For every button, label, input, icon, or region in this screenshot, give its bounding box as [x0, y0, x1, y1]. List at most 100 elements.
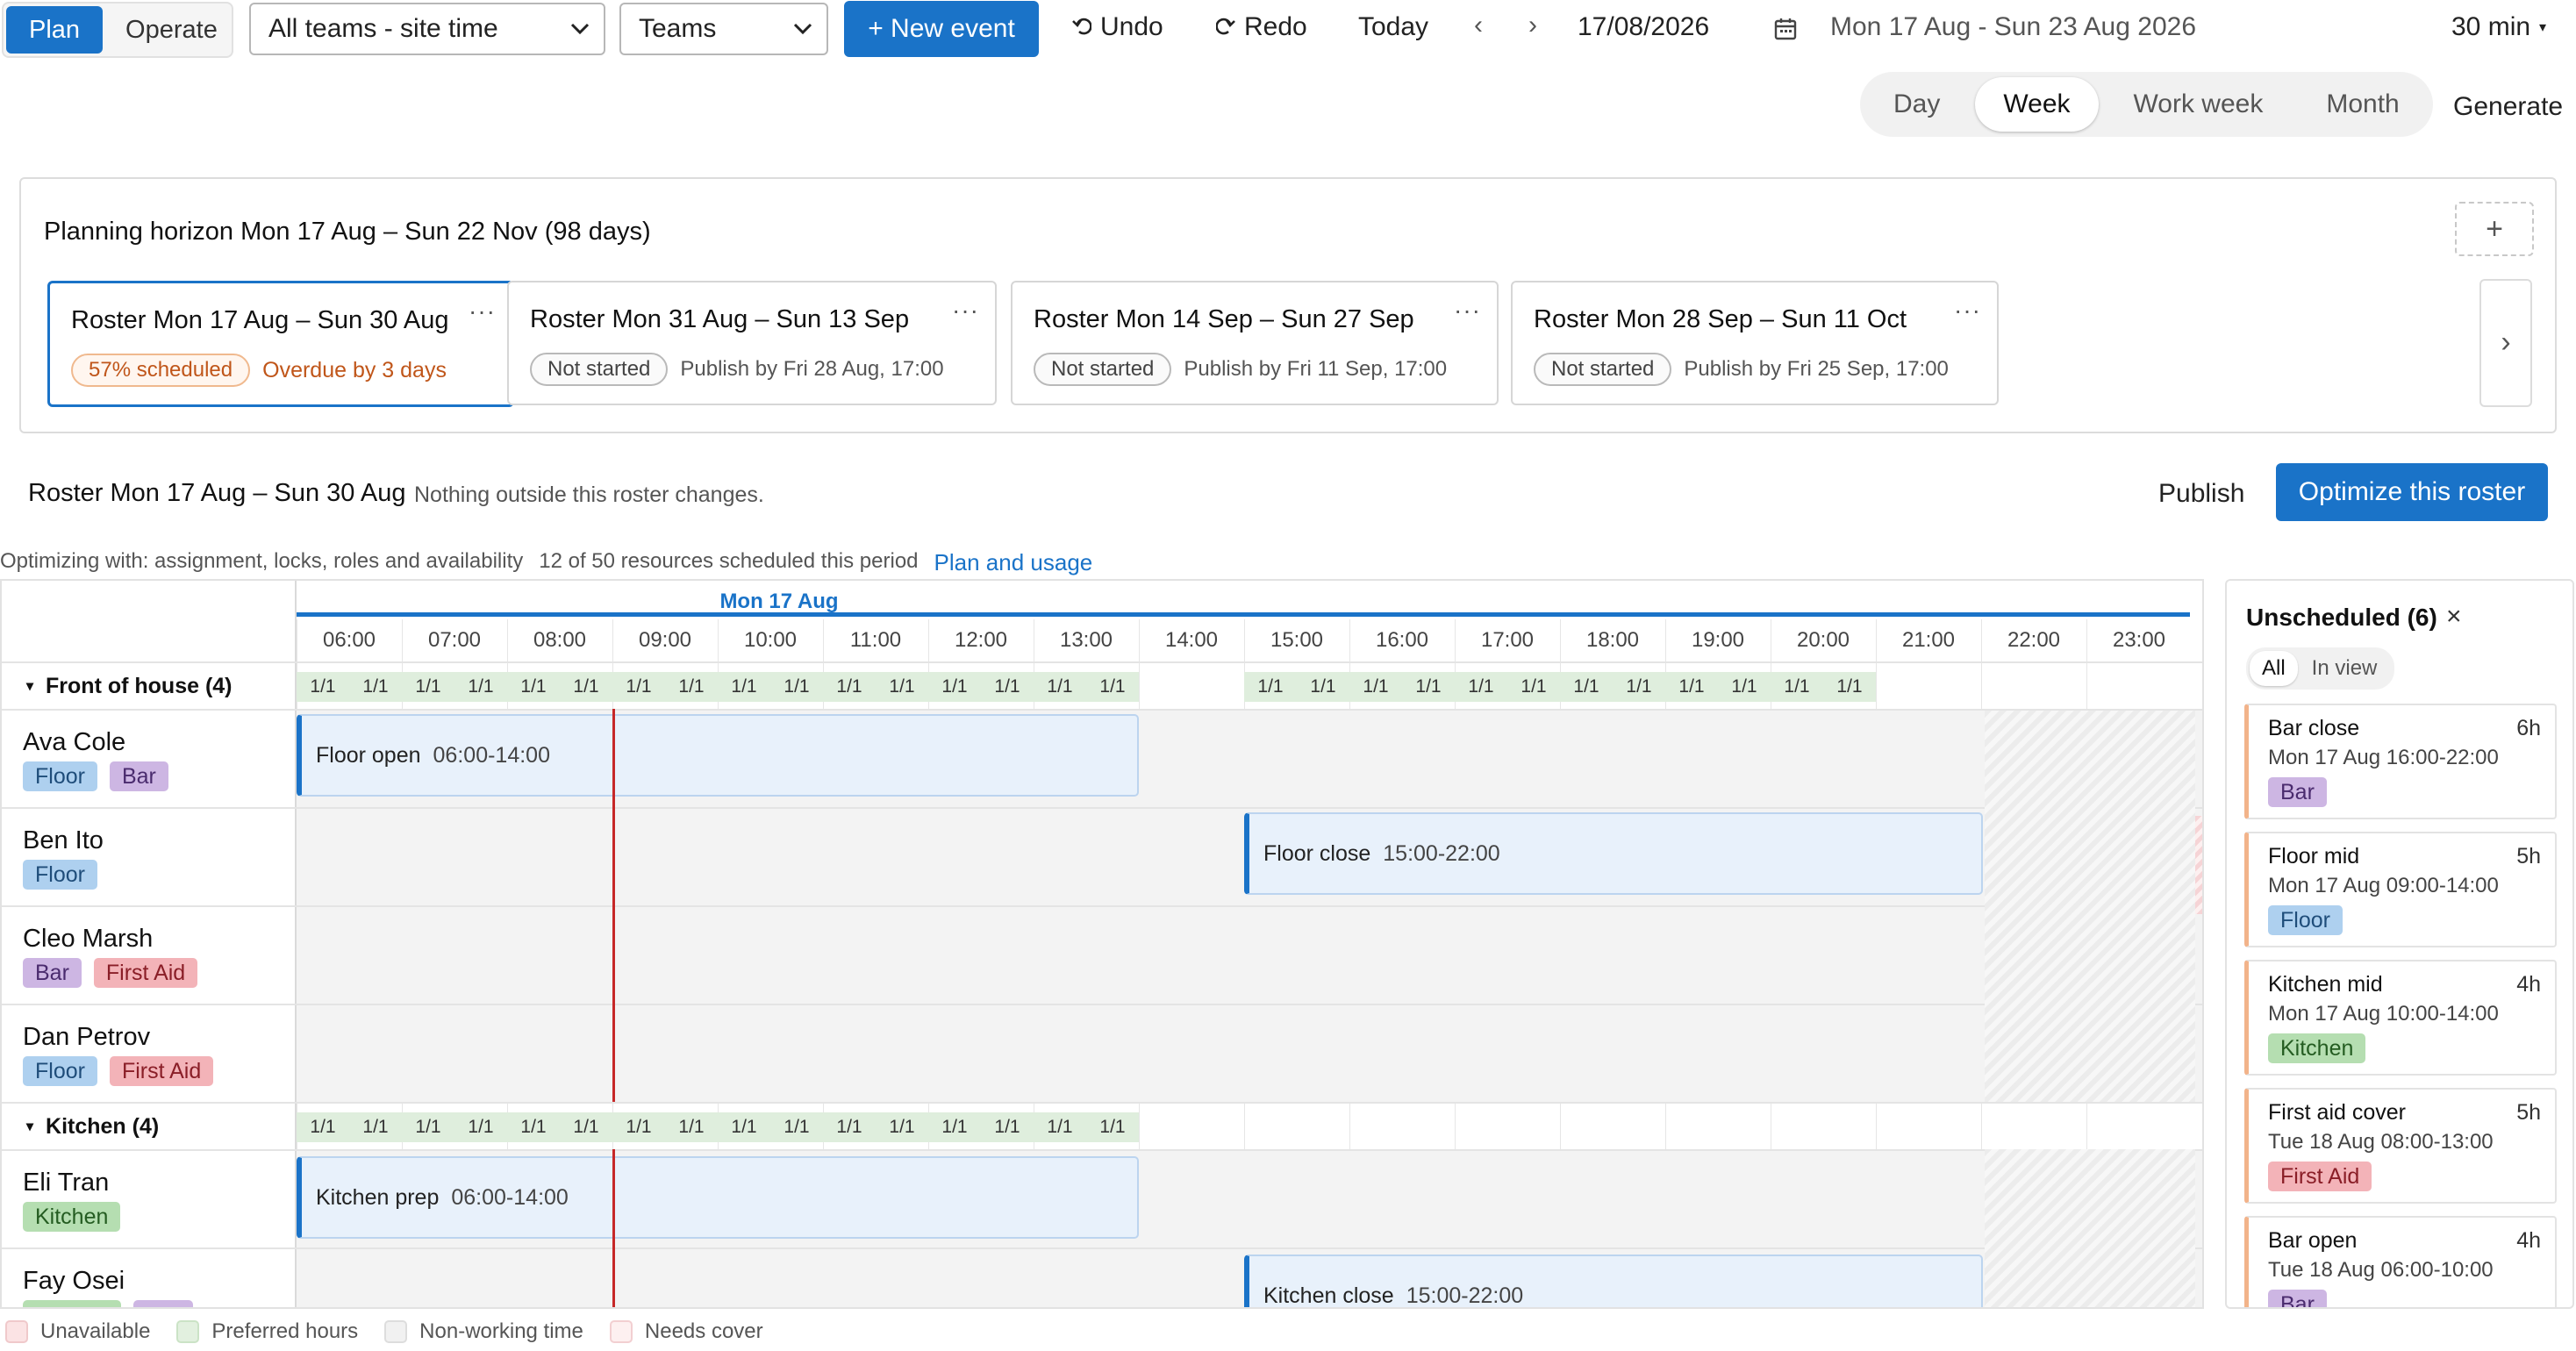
hour-label: 11:00 [849, 628, 902, 652]
skill-tag [133, 1300, 193, 1307]
date-input[interactable]: 17/08/2026 [1578, 12, 1709, 42]
more-options-icon[interactable]: ··· [469, 297, 496, 325]
unscheduled-item[interactable]: Floor mid 5h Mon 17 Aug 09:00-14:00 Floor [2244, 832, 2557, 947]
new-event-button[interactable]: + New event [844, 1, 1039, 57]
filter-in-view-button[interactable]: In view [2298, 651, 2392, 686]
coverage-count: 1/1 [889, 1117, 915, 1137]
view-day-button[interactable]: Day [1865, 77, 1968, 132]
hour-label: 22:00 [2007, 628, 2061, 652]
event-time: 06:00-14:00 [433, 742, 550, 768]
resource-row[interactable]: Ava Cole Floor Bar [2, 709, 295, 807]
publish-button[interactable]: Publish [2158, 479, 2244, 509]
skill-tag: Floor [23, 761, 97, 791]
unscheduled-item[interactable]: Bar open 4h Tue 18 Aug 06:00-10:00 Bar [2244, 1216, 2557, 1307]
filter-all-button[interactable]: All [2250, 651, 2298, 686]
interval-value: 30 min [2451, 12, 2531, 41]
coverage-count: 1/1 [573, 1117, 599, 1137]
hour-label: 14:00 [1164, 628, 1219, 652]
more-options-icon[interactable]: ··· [1954, 297, 1981, 325]
legend-label: Unavailable [40, 1319, 151, 1343]
skill-tag [23, 1300, 121, 1307]
caret-down-icon: ▾ [2539, 20, 2547, 35]
unscheduled-item[interactable]: First aid cover 5h Tue 18 Aug 08:00-13:00 F… [2244, 1088, 2557, 1204]
redo-button[interactable]: Redo [1215, 12, 1307, 42]
resource-row-timeline[interactable] [297, 905, 2202, 1004]
more-options-icon[interactable]: ··· [1454, 297, 1481, 325]
resource-name: Eli Tran [23, 1169, 110, 1197]
coverage-count: 1/1 [1047, 1117, 1073, 1137]
legend: Unavailable Preferred hours Non-working … [5, 1319, 763, 1344]
hour-label: 20:00 [1796, 628, 1850, 652]
unscheduled-panel: Unscheduled (6) × All In view Bar close 6… [2225, 579, 2574, 1309]
unscheduled-item-title: Floor mid [2268, 844, 2360, 868]
hour-label: 10:00 [743, 628, 798, 652]
shift-event[interactable]: Kitchen prep 06:00-14:00 [297, 1156, 1139, 1239]
unscheduled-item[interactable]: Bar close 6h Mon 17 Aug 16:00-22:00 Bar [2244, 704, 2557, 819]
event-title: Floor open [316, 742, 421, 768]
hour-label: 08:00 [533, 628, 587, 652]
hour-label: 06:00 [322, 628, 376, 652]
plan-mode-button[interactable]: Plan [6, 6, 104, 54]
plan-and-usage-link[interactable]: Plan and usage [934, 549, 1093, 576]
view-month-button[interactable]: Month [2298, 77, 2427, 132]
resource-row[interactable]: Dan Petrov Floor First Aid [2, 1004, 295, 1102]
group-by-select[interactable]: Teams [619, 3, 828, 55]
hour-label: 13:00 [1059, 628, 1113, 652]
shift-event[interactable]: Floor open 06:00-14:00 [297, 714, 1139, 797]
resource-name: Ben Ito [23, 826, 104, 854]
resource-row-timeline[interactable] [297, 1004, 2202, 1102]
row-divider [2, 1004, 2202, 1005]
generate-button[interactable]: Generate [2453, 92, 2563, 122]
add-roster-button[interactable]: + [2455, 202, 2534, 256]
roster-card[interactable]: Roster Mon 28 Sep – Sun 11 Oct ··· Not s… [1511, 281, 1999, 405]
group-header-front-of-house[interactable]: ▾ Front of house (4) [2, 663, 233, 709]
roster-card-title: Roster Mon 17 Aug – Sun 30 Aug [71, 306, 449, 334]
unscheduled-item-title: Bar open [2268, 1228, 2358, 1253]
unscheduled-item[interactable]: Kitchen mid 4h Mon 17 Aug 10:00-14:00 Kitch… [2244, 960, 2557, 1076]
scroll-rosters-right-button[interactable]: › [2479, 279, 2532, 407]
coverage-count: 1/1 [678, 1117, 705, 1137]
hour-label: 23:00 [2112, 628, 2166, 652]
caret-down-icon: ▾ [26, 679, 34, 694]
previous-period-button[interactable]: ‹ [1474, 11, 1483, 40]
close-icon[interactable]: × [2446, 602, 2462, 632]
view-week-button[interactable]: Week [1975, 77, 2099, 132]
interval-select[interactable]: 30 min ▾ [2451, 12, 2546, 42]
resource-row[interactable]: Fay Osei [2, 1247, 295, 1307]
coverage-count: 1/1 [520, 1117, 547, 1137]
undo-button[interactable]: Undo [1072, 12, 1163, 42]
event-title: Kitchen close [1263, 1283, 1394, 1308]
teams-filter-select[interactable]: All teams - site time [249, 3, 605, 55]
unscheduled-item-title: First aid cover [2268, 1100, 2406, 1125]
row-divider [2, 709, 2202, 711]
current-time-indicator [612, 709, 615, 1102]
resource-row[interactable]: Cleo Marsh Bar First Aid [2, 905, 295, 1004]
coverage-count: 1/1 [836, 1117, 862, 1137]
coverage-count: 1/1 [1257, 676, 1284, 697]
view-work-week-button[interactable]: Work week [2106, 77, 2292, 132]
shift-event[interactable]: Kitchen close 15:00-22:00 [1244, 1254, 1983, 1308]
coverage-count: 1/1 [889, 676, 915, 697]
planning-horizon-panel: Planning horizon Mon 17 Aug – Sun 22 Nov… [19, 177, 2557, 433]
undo-icon [1072, 12, 1092, 42]
resource-row[interactable]: Eli Tran Kitchen [2, 1149, 295, 1247]
roster-card[interactable]: Roster Mon 17 Aug – Sun 30 Aug ··· 57% s… [47, 281, 514, 407]
optimize-roster-button[interactable]: Optimize this roster [2276, 463, 2548, 521]
today-button[interactable]: Today [1358, 12, 1428, 42]
calendar-icon[interactable] [1774, 18, 1797, 46]
shift-event[interactable]: Floor close 15:00-22:00 [1244, 812, 1983, 895]
more-options-icon[interactable]: ··· [952, 297, 979, 325]
coverage-strip: 1/1 1/1 1/1 1/1 1/1 1/1 1/1 1/1 1/1 1/1 1/1 1/1 1/1 1… [297, 672, 1139, 702]
coverage-count: 1/1 [1363, 676, 1389, 697]
roster-card[interactable]: Roster Mon 14 Sep – Sun 27 Sep ··· Not s… [1011, 281, 1499, 405]
hour-label: 18:00 [1585, 628, 1640, 652]
resource-row[interactable]: Ben Ito Floor [2, 807, 295, 905]
group-header-kitchen[interactable]: ▾ Kitchen (4) [2, 1104, 159, 1149]
legend-item: Preferred hours [176, 1319, 358, 1344]
operate-mode-button[interactable]: Operate [103, 6, 240, 54]
hour-label: 21:00 [1901, 628, 1956, 652]
coverage-count: 1/1 [362, 1117, 389, 1137]
coverage-count: 1/1 [1468, 676, 1494, 697]
next-period-button[interactable]: › [1528, 11, 1537, 40]
roster-card[interactable]: Roster Mon 31 Aug – Sun 13 Sep ··· Not s… [507, 281, 997, 405]
